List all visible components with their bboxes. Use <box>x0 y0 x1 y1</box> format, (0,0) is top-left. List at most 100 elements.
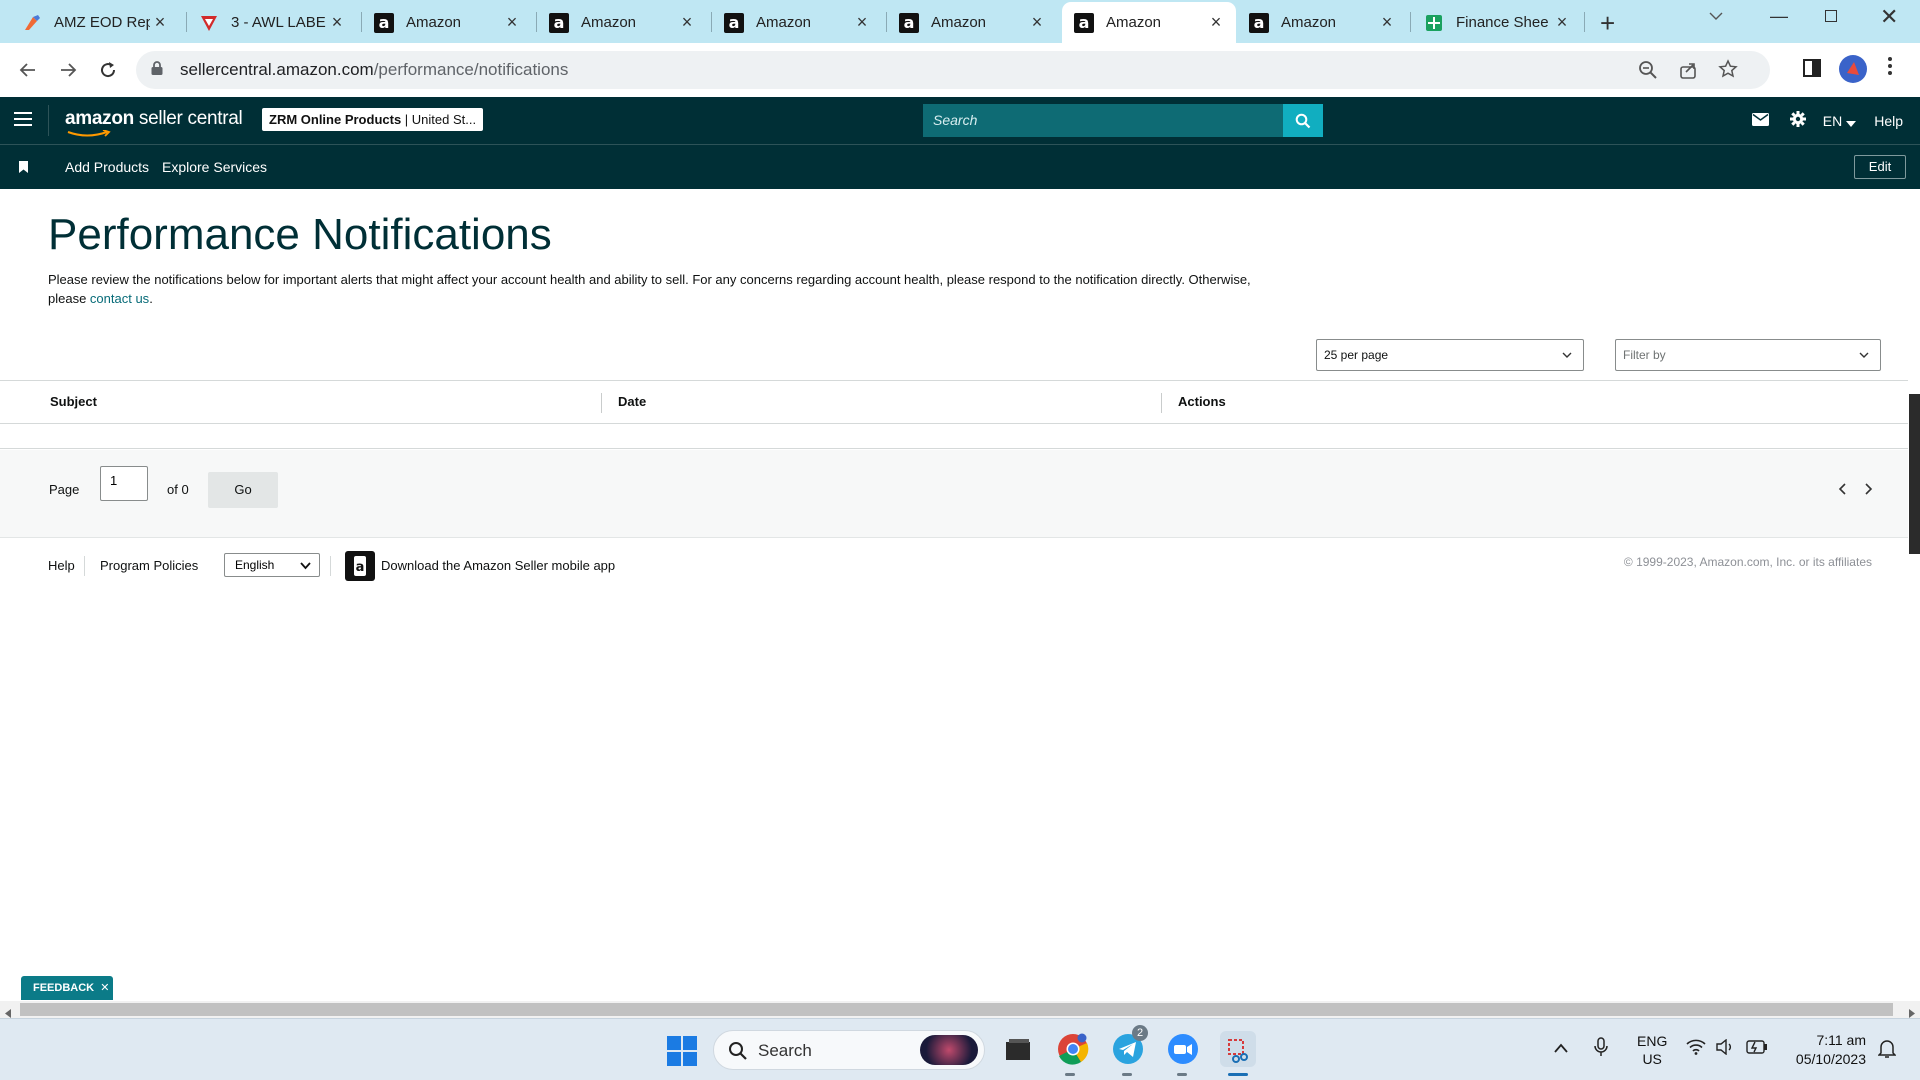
tab-title: 3 - AWL LABE <box>231 14 326 31</box>
taskbar-search[interactable]: Search <box>713 1030 985 1070</box>
account-switcher[interactable]: ZRM Online Products | United St... <box>262 108 484 131</box>
footer-language-select[interactable]: English <box>224 553 320 577</box>
browser-tab[interactable]: a Amazon × <box>537 2 707 43</box>
volume-icon[interactable] <box>1716 1038 1736 1060</box>
battery-icon[interactable] <box>1746 1040 1768 1059</box>
edit-nav-button[interactable]: Edit <box>1854 155 1906 179</box>
active-indicator <box>1228 1073 1248 1076</box>
nav-explore-services[interactable]: Explore Services <box>162 159 267 175</box>
browser-tab[interactable]: a Amazon × <box>1237 2 1407 43</box>
address-bar[interactable]: sellercentral.amazon.com/performance/not… <box>136 51 1770 89</box>
tab-title: Amazon <box>1281 14 1337 31</box>
gear-icon[interactable] <box>1789 110 1807 131</box>
window-close-icon[interactable]: ✕ <box>1880 4 1898 30</box>
back-arrow-icon[interactable] <box>14 56 42 84</box>
wifi-icon[interactable] <box>1686 1039 1706 1060</box>
mail-icon[interactable] <box>1751 112 1769 129</box>
browser-tab[interactable]: Finance Shee × <box>1412 2 1582 43</box>
share-icon[interactable] <box>1678 60 1698 85</box>
vertical-scrollbar-thumb[interactable] <box>1909 394 1920 554</box>
browser-tab[interactable]: a Amazon × <box>712 2 882 43</box>
seller-central-nav: Add Products Explore Services Edit <box>0 144 1920 189</box>
amazon-seller-app-icon[interactable]: a <box>345 551 375 581</box>
tab-title: Amazon <box>581 14 637 31</box>
browser-tab-active[interactable]: a Amazon × <box>1062 2 1236 43</box>
amazon-icon: a <box>374 12 394 33</box>
horizontal-scrollbar-thumb[interactable] <box>20 1003 1893 1016</box>
bookmark-icon[interactable] <box>19 160 28 178</box>
new-tab-plus-icon[interactable]: + <box>1600 8 1615 39</box>
close-icon[interactable]: × <box>677 12 697 33</box>
reload-icon[interactable] <box>94 56 122 84</box>
notification-bell-icon[interactable] <box>1877 1039 1897 1064</box>
language-selector[interactable]: EN <box>1823 113 1842 129</box>
tab-title: Finance Shee <box>1456 14 1549 31</box>
windows-start-icon[interactable] <box>667 1036 697 1071</box>
close-icon[interactable]: × <box>1377 12 1397 33</box>
contact-us-link[interactable]: contact us <box>90 291 149 306</box>
previous-page-icon[interactable] <box>1838 482 1848 500</box>
column-date[interactable]: Date <box>618 394 646 409</box>
search-button[interactable] <box>1283 104 1323 137</box>
close-icon[interactable]: × <box>327 12 347 33</box>
page-number-input[interactable]: 1 <box>100 466 148 501</box>
per-page-value: 25 per page <box>1324 348 1389 362</box>
close-icon[interactable]: × <box>1206 12 1226 33</box>
bookmark-star-icon[interactable] <box>1718 59 1738 84</box>
zoom-app-icon[interactable] <box>1165 1031 1201 1067</box>
page-title: Performance Notifications <box>48 210 552 259</box>
telegram-icon[interactable]: 2 <box>1110 1025 1148 1067</box>
feedback-label: FEEDBACK <box>33 982 95 994</box>
header-search: Search <box>923 104 1323 137</box>
tab-search-chevron-icon[interactable] <box>1708 8 1724 29</box>
download-app-link[interactable]: Download the Amazon Seller mobile app <box>381 558 615 573</box>
close-icon[interactable]: × <box>852 12 872 33</box>
forward-arrow-icon[interactable] <box>54 56 82 84</box>
sheet-v-icon <box>199 13 219 33</box>
page-intro: Please review the notifications below fo… <box>48 270 1288 308</box>
close-icon[interactable]: × <box>1552 12 1572 33</box>
hamburger-menu-icon[interactable] <box>14 112 32 130</box>
chevron-down-icon <box>1562 352 1572 358</box>
snipping-tool-icon[interactable] <box>1220 1031 1256 1067</box>
tab-title: Amazon <box>1106 14 1162 31</box>
seller-central-logo[interactable]: amazon seller central <box>65 108 243 137</box>
go-button[interactable]: Go <box>208 472 278 508</box>
system-clock[interactable]: 7:11 am 05/10/2023 <box>1778 1031 1866 1069</box>
input-language[interactable]: ENG US <box>1637 1032 1667 1068</box>
seller-central-header: amazon seller central ZRM Online Product… <box>0 97 1920 144</box>
footer-program-policies-link[interactable]: Program Policies <box>100 558 198 573</box>
restore-icon[interactable] <box>1825 10 1837 22</box>
next-page-icon[interactable] <box>1863 482 1873 500</box>
file-explorer-icon[interactable] <box>1000 1031 1036 1067</box>
close-icon[interactable]: ✕ <box>100 982 109 994</box>
zoom-icon[interactable] <box>1638 60 1658 85</box>
browser-tab[interactable]: 3 - AWL LABE × <box>187 2 357 43</box>
profile-avatar[interactable] <box>1839 55 1867 83</box>
search-input[interactable]: Search <box>923 104 1283 137</box>
clock-time: 7:11 am <box>1816 1032 1866 1048</box>
tab-divider <box>1584 12 1585 32</box>
help-link[interactable]: Help <box>1874 113 1903 129</box>
browser-tab[interactable]: AMZ EOD Rep × <box>10 2 180 43</box>
nav-add-products[interactable]: Add Products <box>65 159 149 175</box>
close-icon[interactable]: × <box>150 12 170 33</box>
close-icon[interactable]: × <box>1027 12 1047 33</box>
chevron-up-icon[interactable] <box>1553 1041 1569 1059</box>
browser-menu-icon[interactable] <box>1888 57 1894 75</box>
horizontal-scrollbar[interactable] <box>0 1001 1920 1018</box>
browser-tab[interactable]: a Amazon × <box>887 2 1057 43</box>
column-subject[interactable]: Subject <box>50 394 97 409</box>
minimize-icon[interactable]: — <box>1770 6 1788 27</box>
microphone-icon[interactable] <box>1594 1037 1608 1062</box>
filter-by-select[interactable]: Filter by <box>1615 339 1881 371</box>
clock-date: 05/10/2023 <box>1795 1051 1866 1067</box>
per-page-select[interactable]: 25 per page <box>1316 339 1584 371</box>
footer-help-link[interactable]: Help <box>48 558 75 573</box>
close-icon[interactable]: × <box>502 12 522 33</box>
feedback-button[interactable]: FEEDBACK ✕ <box>21 976 113 1000</box>
browser-tab[interactable]: a Amazon × <box>362 2 532 43</box>
side-panel-icon[interactable] <box>1803 59 1821 77</box>
chrome-icon[interactable] <box>1055 1031 1091 1067</box>
caret-down-icon[interactable] <box>1846 114 1857 130</box>
